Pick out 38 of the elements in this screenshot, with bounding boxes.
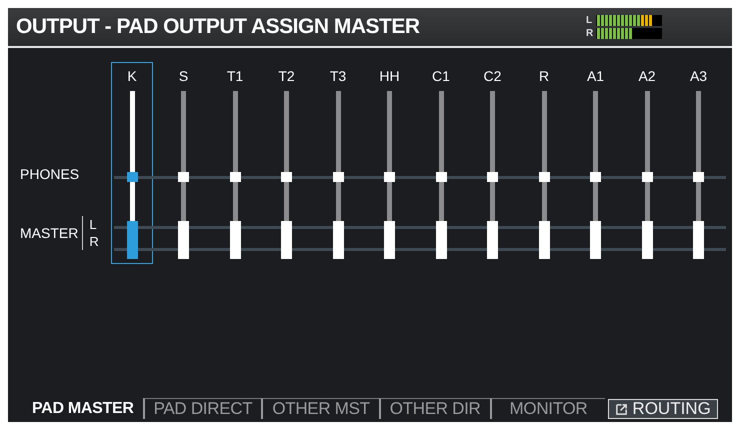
external-link-icon — [615, 402, 628, 416]
meter-label: R — [586, 28, 594, 39]
fader-slider[interactable] — [642, 91, 652, 259]
channel-label: K — [127, 67, 137, 86]
row-label: MASTER — [20, 225, 78, 241]
routing-button[interactable]: ROUTING — [608, 399, 718, 419]
channel-label: C2 — [484, 67, 502, 86]
channel-label: T2 — [278, 67, 295, 86]
channel-label: R — [538, 67, 550, 86]
row-label: PHONES — [20, 166, 80, 182]
fader-slider[interactable] — [126, 91, 138, 259]
fader-slider[interactable] — [332, 91, 344, 259]
tab[interactable]: MONITOR — [490, 398, 606, 419]
channel-label: L — [89, 216, 98, 233]
fader-slider[interactable] — [230, 91, 240, 259]
fader-slider[interactable] — [590, 91, 601, 259]
channel-label: C1 — [432, 67, 450, 86]
channel-label: S — [178, 67, 188, 86]
channel-label: R — [89, 233, 99, 250]
window-title: OUTPUT - PAD OUTPUT ASSIGN MASTER — [16, 15, 420, 39]
fader-slider[interactable] — [384, 91, 395, 259]
channel-label: A3 — [690, 67, 708, 86]
fader-slider[interactable] — [693, 91, 704, 259]
fader-slider[interactable] — [178, 91, 189, 259]
fader-slider[interactable] — [487, 91, 498, 259]
fader-slider[interactable] — [436, 91, 446, 259]
channel-label: A1 — [586, 67, 604, 86]
meter-label: L — [586, 15, 594, 26]
tab[interactable]: PAD MASTER — [28, 398, 143, 419]
channel-label: T3 — [330, 67, 346, 86]
fader-slider[interactable] — [538, 91, 550, 259]
tab[interactable]: PAD DIRECT — [142, 398, 262, 419]
channel-label: T1 — [226, 67, 244, 86]
fader-slider[interactable] — [281, 91, 292, 259]
channel-label: A2 — [638, 67, 656, 86]
tab[interactable]: OTHER DIR — [378, 398, 490, 419]
tab[interactable]: OTHER MST — [261, 398, 379, 419]
channel-label: HH — [379, 67, 400, 86]
